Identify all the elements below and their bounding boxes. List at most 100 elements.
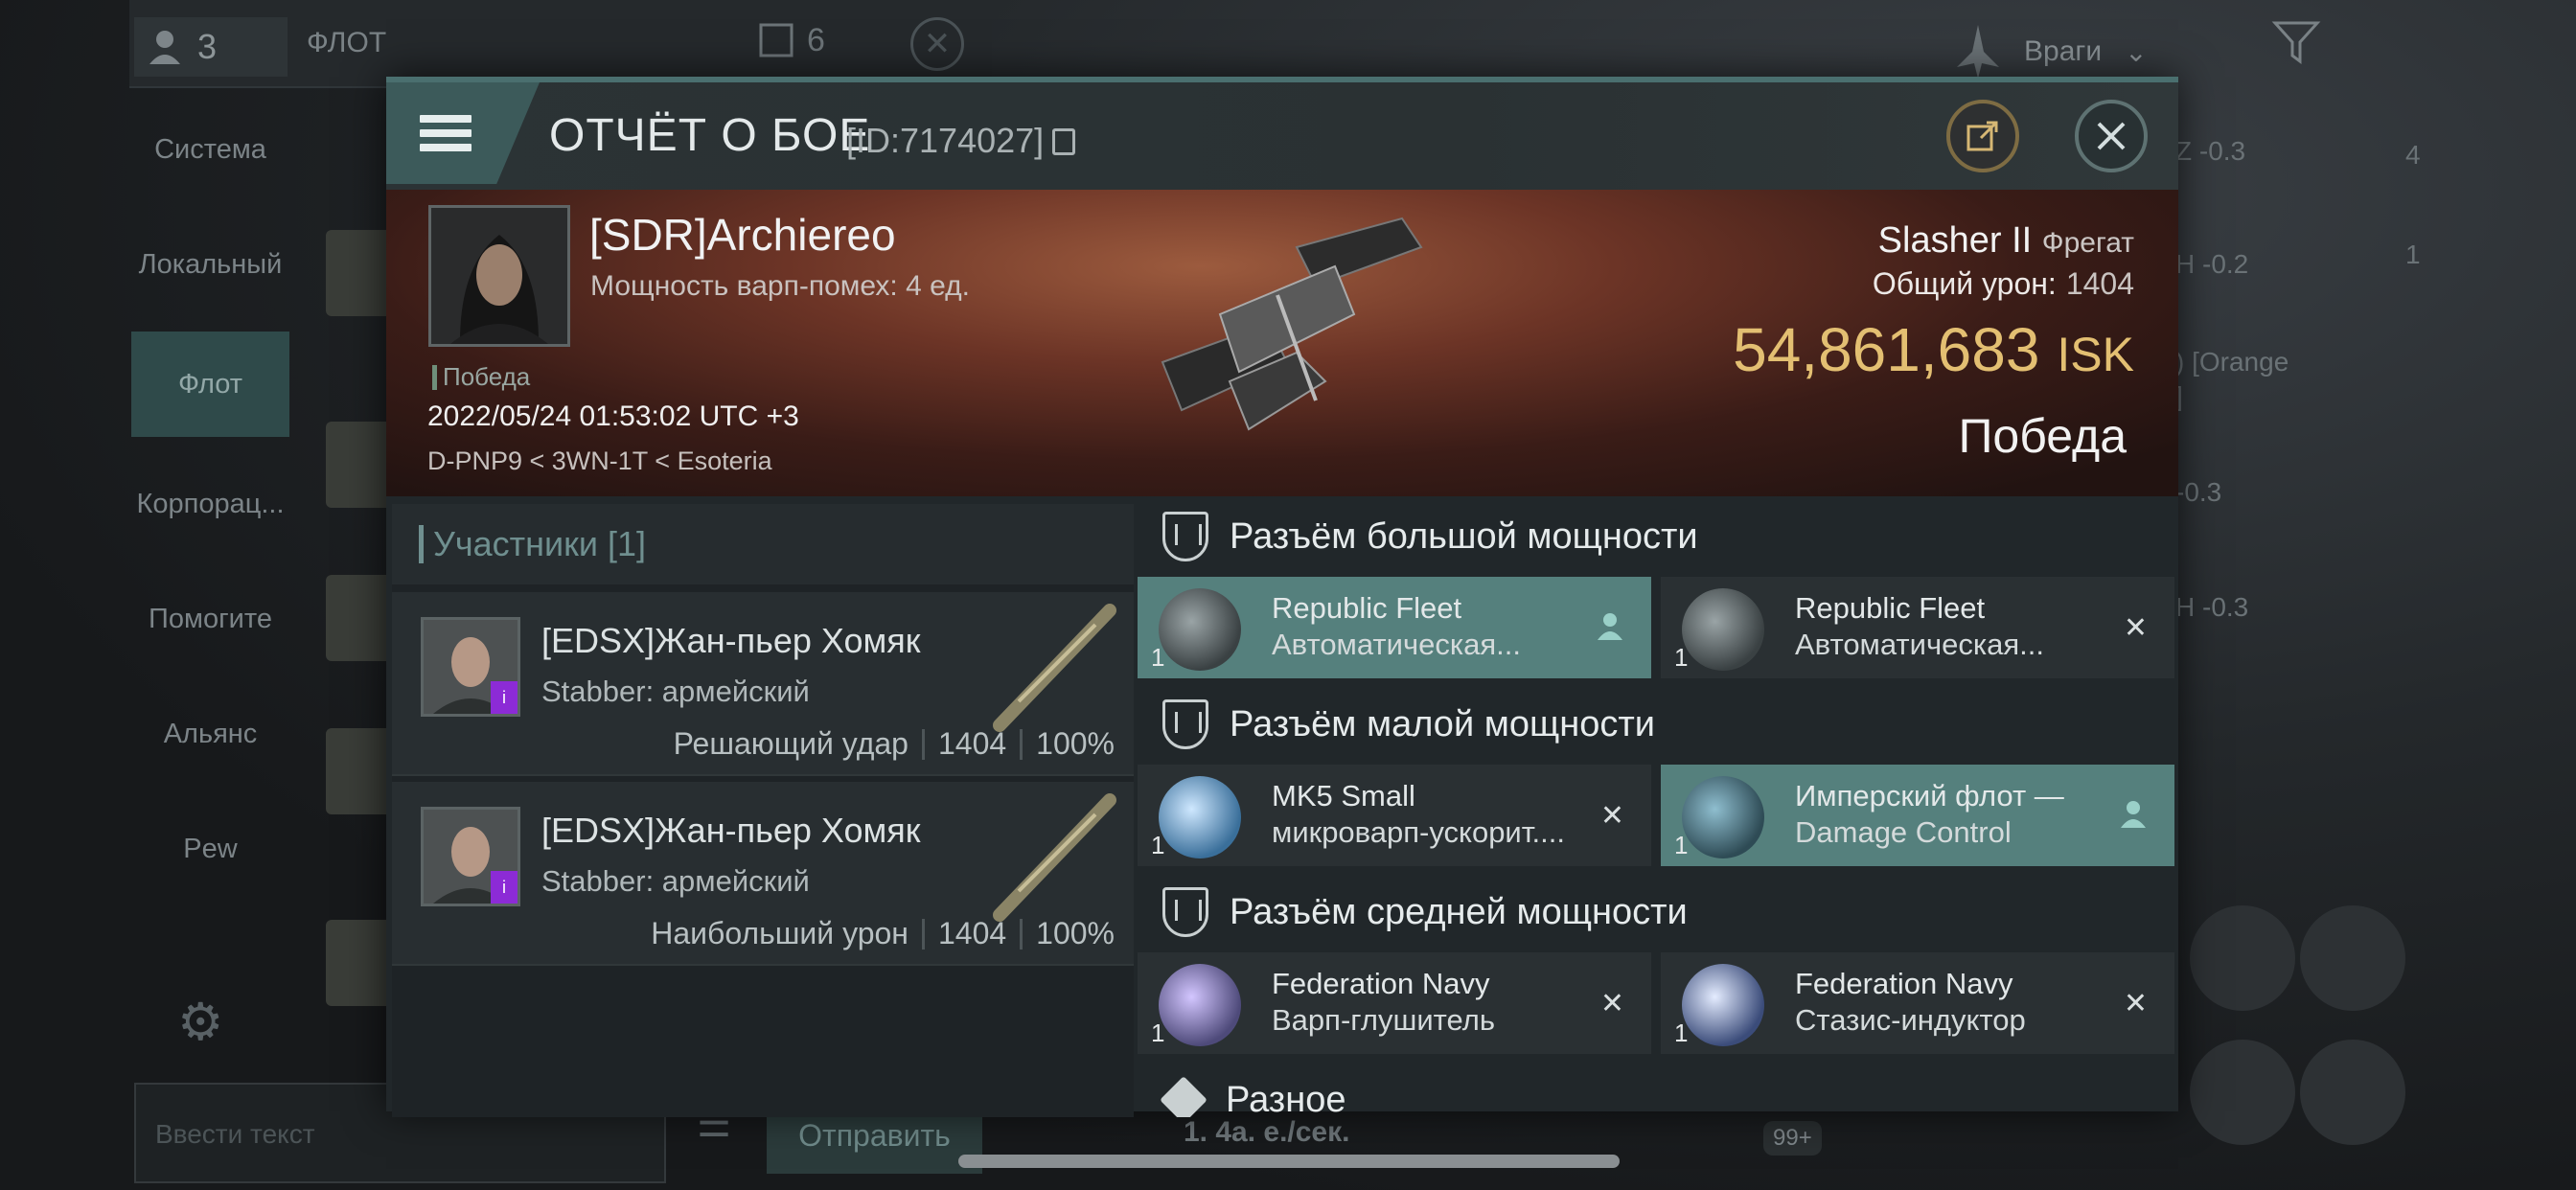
modal-title: ОТЧЁТ О БОЕ	[549, 110, 871, 161]
ship-class: Фрегат	[2041, 227, 2134, 259]
tab-local[interactable]: Локальный	[131, 207, 289, 322]
filter-icon[interactable]	[2271, 17, 2321, 67]
module-slot[interactable]	[2190, 905, 2295, 1011]
tab-alliance[interactable]: Альянс	[131, 676, 289, 791]
pilot-portrait[interactable]	[428, 205, 570, 347]
module-name: Имперский флот — Damage Control	[1795, 778, 2064, 851]
participant-stats: Наибольший урон 1404 100%	[651, 916, 1115, 951]
menu-button[interactable]	[386, 82, 540, 184]
fleet-close-button[interactable]: ✕	[910, 17, 964, 71]
participants-header: Участники [1]	[392, 504, 1134, 584]
share-icon	[1966, 121, 1998, 151]
tab-system[interactable]: Система	[131, 92, 289, 207]
member-count-button[interactable]: 3	[134, 17, 288, 77]
total-damage-value: 1404	[2065, 266, 2134, 301]
implant-badge-icon: i	[491, 871, 518, 904]
person-icon	[1596, 611, 1624, 647]
module-qty: 1	[1151, 1018, 1165, 1047]
result-tag: Победа	[432, 362, 530, 392]
module-qty: 1	[1151, 643, 1165, 672]
avatar: i	[421, 807, 520, 906]
mid-slot-row: 1 Federation Navy Варп-глушитель ✕ 1 Fede…	[1138, 952, 2174, 1054]
module-slot[interactable]	[2300, 1040, 2405, 1145]
module-line2: Варп-глушитель	[1272, 1003, 1495, 1037]
module-line1: Republic Fleet	[1795, 591, 1986, 625]
misc-header: Разное	[1134, 1060, 2178, 1117]
module-line2: Автоматическая...	[1795, 628, 2044, 661]
avatar	[326, 575, 393, 661]
low-slot-header: Разъём малой мощности	[1134, 684, 2178, 765]
high-slot-header: Разъём большой мощности	[1134, 496, 2178, 577]
participant-row[interactable]: i [EDSX]Жан-пьер Хомяк Stabber: армейски…	[392, 782, 1134, 966]
total-damage-label: Общий урон:	[1872, 266, 2057, 301]
person-icon	[2119, 799, 2148, 835]
autocannon-icon	[1159, 588, 1241, 671]
module-line1: Federation Navy	[1795, 967, 2013, 1000]
overview-entry: -0.3	[2175, 477, 2222, 507]
battle-datetime: 2022/05/24 01:53:02 UTC +3	[427, 400, 799, 432]
pilot-name[interactable]: [SDR]Archiereo	[589, 209, 896, 261]
participant-name: [EDSX]Жан-пьер Хомяк	[541, 811, 921, 850]
enemies-label: Враги	[2024, 35, 2103, 67]
module-line2: Damage Control	[1795, 815, 2012, 849]
participant-percent: 100%	[1036, 916, 1115, 950]
tab-corporation[interactable]: Корпорац...	[131, 446, 289, 561]
module-item[interactable]: 1 MK5 Small микроварп-ускорит.... ✕	[1138, 765, 1651, 866]
avatar	[326, 230, 393, 316]
module-item[interactable]: 1 Republic Fleet Автоматическая... ✕	[1661, 577, 2174, 678]
overview-entry: Z -0.3	[2175, 136, 2246, 166]
close-button[interactable]	[2075, 100, 2148, 172]
avatar	[326, 920, 393, 1006]
home-indicator[interactable]	[958, 1155, 1620, 1168]
ship-name-label: Slasher II	[1877, 220, 2033, 261]
destroyed-icon: ✕	[1599, 800, 1624, 832]
pilot-face-icon	[431, 208, 567, 344]
person-icon	[150, 31, 180, 64]
slot-shield-icon	[1162, 699, 1208, 749]
module-item[interactable]: 1 Имперский флот — Damage Control	[1661, 765, 2174, 866]
cube-icon	[1160, 1076, 1208, 1117]
copy-icon[interactable]	[1052, 128, 1075, 155]
gear-icon[interactable]: ⚙	[177, 992, 223, 1052]
slot-shield-icon	[1162, 887, 1208, 937]
destroyed-icon: ✕	[2123, 612, 2148, 644]
module-slot[interactable]	[2300, 905, 2405, 1011]
fleet-label: ФЛОТ	[307, 27, 387, 58]
total-damage: Общий урон: 1404	[1873, 266, 2134, 302]
fleet-count[interactable]: 6	[757, 21, 825, 59]
overview-entry: ) [Orange	[2175, 347, 2289, 377]
ship-name[interactable]: Slasher II Фрегат	[1878, 220, 2134, 262]
list-icon	[759, 23, 794, 57]
enemies-dropdown[interactable]: Враги ⌄	[1955, 23, 2148, 80]
fleet-count-value: 6	[807, 21, 825, 58]
high-slot-label: Разъём большой мощности	[1230, 515, 1698, 557]
weapon-icon	[993, 604, 1116, 732]
participant-role: Решающий удар	[673, 726, 908, 761]
participant-ship: Stabber: армейский	[541, 675, 810, 708]
module-slot[interactable]	[2190, 1040, 2295, 1145]
module-qty: 1	[1674, 1018, 1689, 1047]
avatar	[326, 422, 393, 508]
participant-row[interactable]: i [EDSX]Жан-пьер Хомяк Stabber: армейски…	[392, 592, 1134, 776]
module-name: Federation Navy Варп-глушитель	[1272, 966, 1495, 1039]
close-icon	[2097, 122, 2126, 150]
battle-location[interactable]: D-PNP9 < 3WN-1T < Esoteria	[427, 446, 772, 476]
overview-count: 1	[2405, 240, 2421, 269]
module-item[interactable]: 1 Federation Navy Стазис-индуктор ✕	[1661, 952, 2174, 1054]
modal-header: ОТЧЁТ О БОЕ [ID:7174027]	[386, 82, 2178, 190]
module-line1: Republic Fleet	[1272, 591, 1462, 625]
participant-damage: 1404	[937, 726, 1007, 761]
isk-amount: 54,861,683	[1733, 315, 2040, 384]
tab-pew[interactable]: Pew	[131, 791, 289, 906]
count-badge: 99+	[1763, 1121, 1822, 1156]
tab-help[interactable]: Помогите	[131, 561, 289, 676]
module-item[interactable]: 1 Federation Navy Варп-глушитель ✕	[1138, 952, 1651, 1054]
avatar	[326, 728, 393, 814]
tab-fleet[interactable]: Флот	[131, 332, 289, 437]
battle-result: Победа	[1958, 409, 2127, 463]
avatar: i	[421, 617, 520, 717]
rate-readout: 1. 4а. е./сек.	[1184, 1116, 1350, 1148]
share-button[interactable]	[1946, 100, 2019, 172]
module-item[interactable]: 1 Republic Fleet Автоматическая...	[1138, 577, 1651, 678]
overview-entry: H -0.3	[2175, 592, 2249, 622]
